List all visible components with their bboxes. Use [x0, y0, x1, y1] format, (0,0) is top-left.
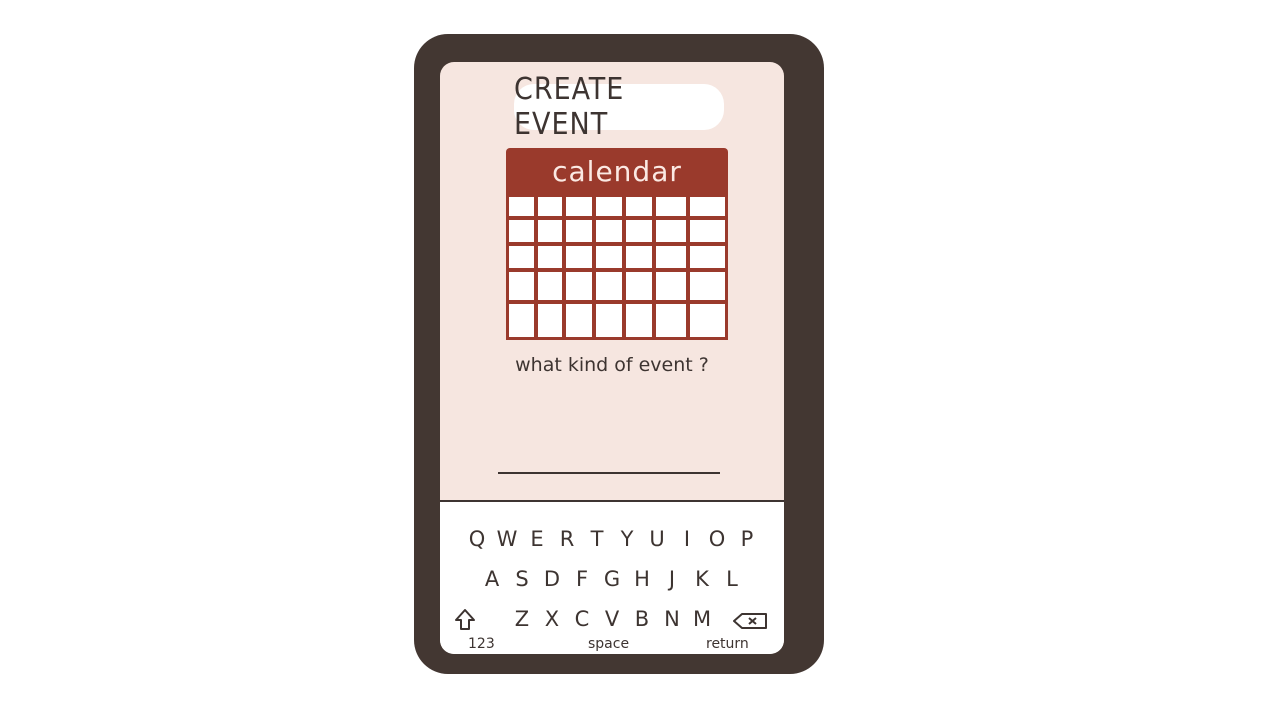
event-type-input[interactable] [498, 438, 724, 474]
on-screen-keyboard: Q W E R T Y U I O P A S D F G H J K L Z … [440, 500, 784, 654]
keyboard-row-1: Q W E R T Y U I O P [440, 522, 784, 556]
key-k[interactable]: K [687, 562, 717, 596]
key-z[interactable]: Z [507, 602, 537, 636]
key-v[interactable]: V [597, 602, 627, 636]
key-y[interactable]: Y [612, 522, 642, 556]
keyboard-row-2: A S D F G H J K L [440, 562, 784, 596]
key-j[interactable]: J [657, 562, 687, 596]
key-c[interactable]: C [567, 602, 597, 636]
calendar-header: calendar [506, 148, 728, 194]
key-s[interactable]: S [507, 562, 537, 596]
key-a[interactable]: A [477, 562, 507, 596]
key-r[interactable]: R [552, 522, 582, 556]
key-h[interactable]: H [627, 562, 657, 596]
key-x[interactable]: X [537, 602, 567, 636]
backspace-icon[interactable] [732, 612, 768, 630]
key-g[interactable]: G [597, 562, 627, 596]
space-key[interactable]: space [588, 636, 629, 652]
key-m[interactable]: M [687, 602, 717, 636]
calendar-widget[interactable]: calendar [506, 148, 728, 340]
numbers-key[interactable]: 123 [468, 636, 495, 652]
key-d[interactable]: D [537, 562, 567, 596]
key-b[interactable]: B [627, 602, 657, 636]
page-title: CREATE EVENT [514, 72, 724, 142]
return-key[interactable]: return [706, 636, 749, 652]
key-f[interactable]: F [567, 562, 597, 596]
key-p[interactable]: P [732, 522, 762, 556]
input-underline [498, 472, 720, 474]
phone-screen: CREATE EVENT calendar what kind of event… [440, 62, 784, 654]
key-q[interactable]: Q [462, 522, 492, 556]
key-n[interactable]: N [657, 602, 687, 636]
key-l[interactable]: L [717, 562, 747, 596]
key-i[interactable]: I [672, 522, 702, 556]
key-o[interactable]: O [702, 522, 732, 556]
key-t[interactable]: T [582, 522, 612, 556]
key-e[interactable]: E [522, 522, 552, 556]
key-w[interactable]: W [492, 522, 522, 556]
event-question: what kind of event ? [515, 354, 709, 376]
phone-frame: CREATE EVENT calendar what kind of event… [414, 34, 824, 674]
calendar-grid[interactable] [506, 194, 728, 340]
key-u[interactable]: U [642, 522, 672, 556]
